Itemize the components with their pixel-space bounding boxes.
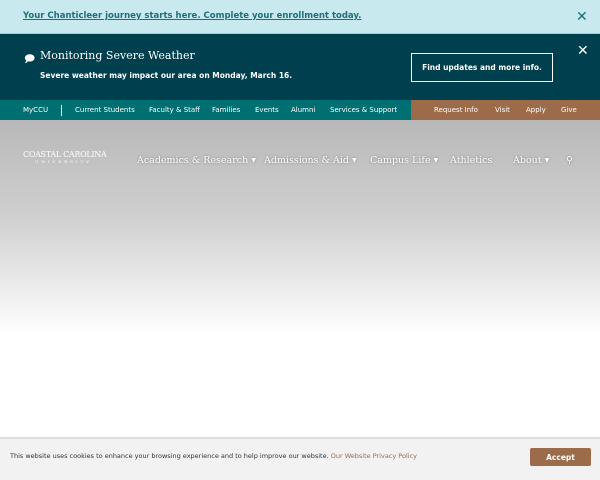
util-events[interactable]: Events bbox=[255, 106, 279, 114]
util-families[interactable]: Families bbox=[212, 106, 240, 114]
nav-about[interactable]: About ▾ bbox=[513, 155, 549, 166]
cookie-text: This website uses cookies to enhance you… bbox=[10, 452, 329, 460]
hero bbox=[0, 120, 600, 437]
alert-message: Severe weather may impact our area on Mo… bbox=[40, 71, 293, 80]
logo-sub: UNIVERSITY bbox=[35, 159, 92, 164]
util-services-support[interactable]: Services & Support bbox=[330, 106, 397, 114]
announcement-bar: Your Chanticleer journey starts here. Co… bbox=[0, 0, 600, 34]
nav-admissions-aid[interactable]: Admissions & Aid ▾ bbox=[264, 155, 357, 166]
alert-title: Monitoring Severe Weather bbox=[40, 49, 195, 62]
util-apply[interactable]: Apply bbox=[526, 106, 546, 114]
enrollment-link[interactable]: Your Chanticleer journey starts here. Co… bbox=[23, 11, 361, 21]
accept-button[interactable]: Accept bbox=[530, 448, 591, 466]
cookie-banner: This website uses cookies to enhance you… bbox=[0, 437, 600, 480]
logo[interactable]: COASTAL CAROLINA UNIVERSITY bbox=[23, 150, 107, 164]
nav-academics-research[interactable]: Academics & Research ▾ bbox=[137, 155, 256, 166]
close-icon[interactable]: ✕ bbox=[577, 44, 589, 58]
message-alert-icon: 🗩 bbox=[24, 54, 36, 65]
divider bbox=[61, 105, 62, 116]
weather-alert: 🗩 Monitoring Severe Weather Severe weath… bbox=[0, 34, 600, 100]
util-request-info[interactable]: Request Info bbox=[434, 106, 478, 114]
logo-name: COASTAL CAROLINA bbox=[23, 150, 107, 159]
util-faculty-staff[interactable]: Faculty & Staff bbox=[149, 106, 200, 114]
nav-campus-life[interactable]: Campus Life ▾ bbox=[370, 155, 438, 166]
util-visit[interactable]: Visit bbox=[495, 106, 510, 114]
privacy-policy-link[interactable]: Our Website Privacy Policy bbox=[331, 452, 417, 460]
util-alumni[interactable]: Alumni bbox=[291, 106, 315, 114]
find-updates-button[interactable]: Find updates and more info. bbox=[411, 53, 553, 82]
util-current-students[interactable]: Current Students bbox=[75, 106, 135, 114]
nav-athletics[interactable]: Athletics bbox=[450, 155, 492, 166]
search-icon[interactable]: ⚲ bbox=[566, 155, 573, 166]
close-icon[interactable]: ✕ bbox=[576, 10, 588, 24]
util-give[interactable]: Give bbox=[561, 106, 577, 114]
utility-nav: MyCCU Current Students Faculty & Staff F… bbox=[0, 100, 600, 120]
util-myccu[interactable]: MyCCU bbox=[23, 106, 48, 114]
